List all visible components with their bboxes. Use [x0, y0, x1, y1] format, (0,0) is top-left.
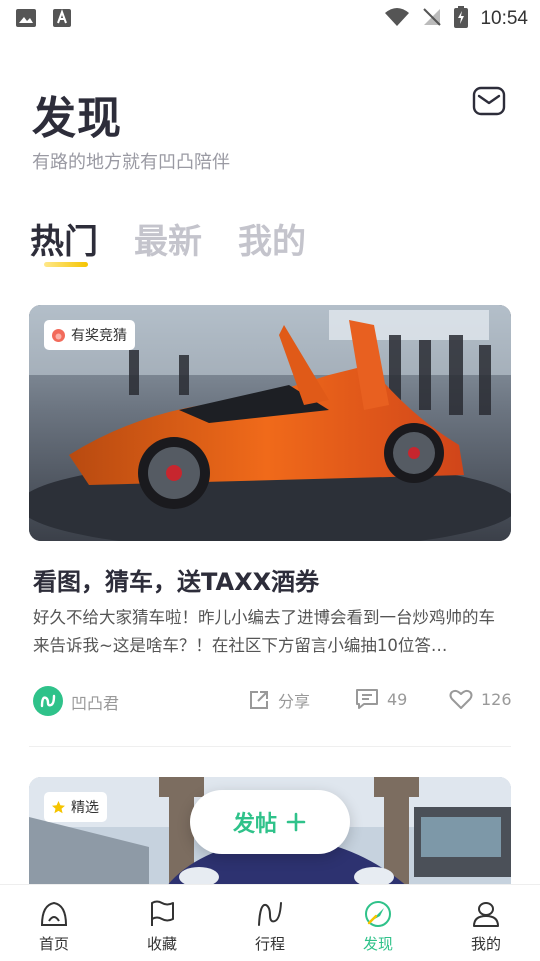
post-divider [29, 746, 511, 747]
page-subtitle: 有路的地方就有凹凸陪伴 [32, 152, 230, 173]
share-icon [250, 691, 268, 709]
post-description: 好久不给大家猜车啦！昨儿小编去了进博会看到一台炒鸡帅的车来告诉我~这是啥车？！在… [33, 608, 495, 655]
messages-button[interactable] [472, 86, 506, 116]
author-avatar[interactable] [33, 686, 63, 716]
image-notification-icon [16, 8, 36, 28]
nav-profile[interactable]: 我的 [432, 885, 540, 961]
clock: 10:54 [480, 8, 528, 29]
home-icon [40, 901, 68, 926]
comment-button[interactable]: 49 [355, 688, 407, 710]
discover-icon [365, 901, 391, 927]
feed-tabs: 热门 最新 我的 [30, 214, 306, 267]
bottom-navigation: 首页 收藏 行程 发现 我的 [0, 884, 540, 961]
tab-mine-label: 我的 [238, 222, 306, 262]
author-name[interactable]: 凹凸君 [71, 690, 119, 714]
nav-trips-label: 行程 [254, 935, 285, 953]
brand-logo-icon [40, 694, 56, 708]
heart-icon [449, 689, 473, 709]
nav-home[interactable]: 首页 [0, 885, 108, 961]
comment-count: 49 [387, 689, 408, 709]
like-count: 126 [481, 689, 512, 709]
flag-icon [151, 900, 174, 926]
tab-mine[interactable]: 我的 [238, 214, 306, 263]
nav-home-label: 首页 [38, 935, 69, 953]
share-label: 分享 [278, 692, 311, 711]
nav-profile-label: 我的 [470, 935, 501, 953]
comment-icon [356, 689, 378, 709]
no-signal-icon [422, 7, 442, 31]
star-icon [52, 800, 65, 813]
create-post-button[interactable]: 发帖 [190, 790, 350, 854]
active-tab-indicator [44, 262, 88, 267]
featured-badge-label: 精选 [71, 800, 99, 816]
nav-favorites-label: 收藏 [146, 935, 177, 953]
nav-trips[interactable]: 行程 [216, 885, 324, 961]
text-notification-icon [52, 8, 72, 28]
tab-latest[interactable]: 最新 [134, 214, 202, 263]
status-bar: 10:54 [0, 0, 540, 36]
plus-icon [286, 812, 306, 832]
post-meta: 凹凸君 分享 49 126 [33, 686, 512, 718]
tab-latest-label: 最新 [134, 222, 202, 262]
post-cover-image[interactable]: 有奖竞猜 [29, 305, 511, 541]
nav-discover-label: 发现 [362, 935, 393, 953]
battery-charging-icon [454, 6, 469, 32]
tab-hot[interactable]: 热门 [30, 214, 98, 267]
nav-discover[interactable]: 发现 [324, 885, 432, 961]
featured-badge: 精选 [44, 792, 107, 822]
mail-icon [472, 86, 506, 116]
create-post-label: 发帖 [232, 812, 277, 837]
share-button[interactable]: 分享 [248, 688, 310, 712]
contest-badge: 有奖竞猜 [44, 320, 135, 350]
like-button[interactable]: 126 [449, 688, 512, 710]
medal-icon [52, 328, 65, 342]
wifi-icon [384, 7, 410, 31]
route-icon [258, 902, 282, 926]
tab-hot-label: 热门 [30, 222, 98, 262]
page-title: 发现 [32, 93, 122, 144]
post-title[interactable]: 看图，猜车，送TAXX酒券 [33, 562, 319, 597]
contest-badge-label: 有奖竞猜 [71, 328, 127, 344]
nav-favorites[interactable]: 收藏 [108, 885, 216, 961]
profile-icon [473, 902, 499, 927]
